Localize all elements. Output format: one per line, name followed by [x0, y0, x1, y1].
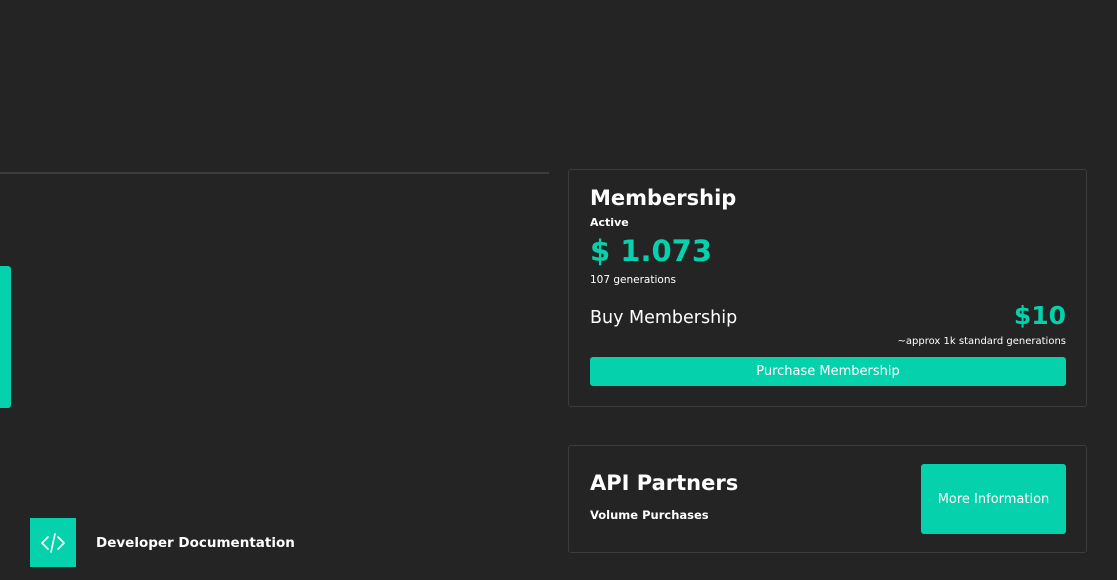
- api-partners-title: API Partners: [590, 471, 739, 495]
- section-divider: [0, 172, 549, 174]
- api-partners-card: API Partners Volume Purchases More Infor…: [568, 445, 1087, 553]
- buy-membership-label: Buy Membership: [590, 308, 738, 328]
- developer-documentation-label[interactable]: Developer Documentation: [96, 535, 295, 551]
- membership-balance: $ 1.073: [590, 234, 713, 268]
- volume-purchases-label: Volume Purchases: [590, 508, 709, 522]
- generations-count: 107 generations: [590, 274, 676, 286]
- membership-card: Membership Active $ 1.073 107 generation…: [568, 169, 1087, 407]
- membership-title: Membership: [590, 186, 737, 210]
- developer-documentation-link[interactable]: Developer Documentation: [30, 518, 295, 567]
- more-information-button[interactable]: More Information: [921, 464, 1066, 534]
- approx-generations-note: ~approx 1k standard generations: [897, 336, 1066, 347]
- accent-side-tab[interactable]: [0, 266, 11, 408]
- membership-status: Active: [590, 216, 629, 229]
- code-icon[interactable]: [30, 518, 76, 567]
- purchase-membership-button[interactable]: Purchase Membership: [590, 357, 1066, 386]
- membership-price: $10: [1013, 301, 1066, 330]
